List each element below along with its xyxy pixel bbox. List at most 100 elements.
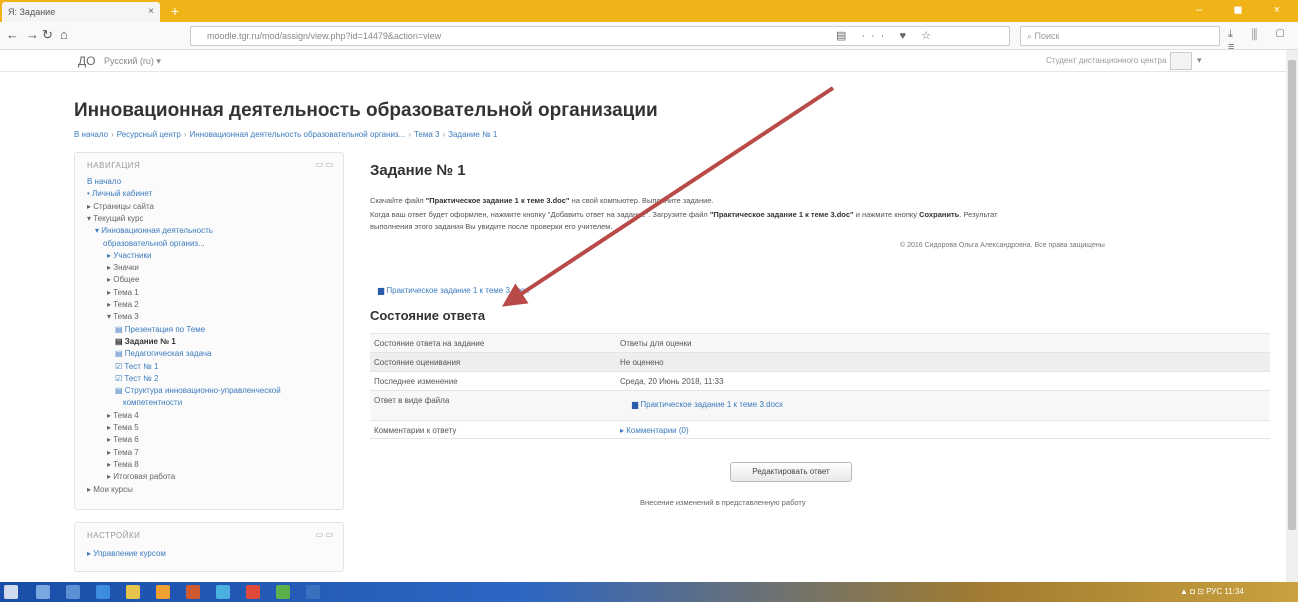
sidebar-item[interactable]: ▸ Мои курсы xyxy=(87,485,133,494)
navigation-block: НАВИГАЦИЯ ▭ ▭ В начало • Личный кабинет ▸ … xyxy=(74,152,344,510)
avatar[interactable] xyxy=(1170,52,1192,70)
app-icon[interactable] xyxy=(276,585,290,599)
row-label: Состояние ответа на задание xyxy=(374,339,485,348)
navigation-header: НАВИГАЦИЯ xyxy=(87,161,141,170)
app-icon[interactable] xyxy=(306,585,320,599)
row-value: Ответы для оценки xyxy=(620,339,692,348)
app-icon[interactable] xyxy=(216,585,230,599)
browser-window: Я: Задание × + – ◼ × ← → ↻ ⌂ moodle.tgr.… xyxy=(0,0,1298,602)
edge-icon[interactable] xyxy=(96,585,110,599)
sidebar-item[interactable]: ▤ Задание № 1 xyxy=(115,337,176,346)
sidebar-item[interactable]: образовательной организ... xyxy=(103,239,205,248)
breadcrumb-item[interactable]: Тема 3 xyxy=(414,130,440,139)
table-row: Состояние оценивания Не оценено xyxy=(370,352,1270,371)
user-menu-chevron-icon[interactable]: ▾ xyxy=(1197,55,1202,66)
breadcrumb-item[interactable]: Ресурсный центр xyxy=(117,130,181,139)
assignment-instruction-2: Когда ваш ответ будет оформлен, нажмите … xyxy=(370,210,998,219)
sidebar-item[interactable]: ▾ Тема 3 xyxy=(107,312,139,321)
taskbar: ▲ ◘ ⊡ РУС 11:34 xyxy=(0,582,1298,602)
settings-header: НАСТРОЙКИ xyxy=(87,531,141,540)
submitted-file-link[interactable]: ▆ Практическое задание 1 к теме 3.docx xyxy=(632,400,783,409)
sidebar-item[interactable]: ▸ Страницы сайта xyxy=(87,202,154,211)
language-menu[interactable]: Русский (ru) ▾ xyxy=(104,56,161,67)
sidebar-item[interactable]: ▸ Общее xyxy=(107,275,139,284)
sidebar-item[interactable]: ▤ Педагогическая задача xyxy=(115,349,211,358)
assignment-heading: Задание № 1 xyxy=(370,162,466,179)
sidebar-item[interactable]: ▸ Участники xyxy=(107,251,151,260)
breadcrumb-item[interactable]: Инновационная деятельность образовательн… xyxy=(190,130,406,139)
explorer-icon[interactable] xyxy=(126,585,140,599)
sidebar-item[interactable]: ▸ Тема 5 xyxy=(107,423,139,432)
address-bar[interactable]: moodle.tgr.ru/mod/assign/view.php?id=144… xyxy=(190,26,1010,46)
search-icon[interactable] xyxy=(36,585,50,599)
app-icon[interactable] xyxy=(246,585,260,599)
block-dock-icon[interactable]: ▭ ▭ xyxy=(316,530,333,539)
settings-block: НАСТРОЙКИ ▭ ▭ ▸ Управление курсом xyxy=(74,522,344,572)
sidebar-item[interactable]: ▸ Тема 6 xyxy=(107,435,139,444)
sidebar-item[interactable]: ▸ Тема 7 xyxy=(107,448,139,457)
site-header: ДО Русский (ru) ▾ Студент дистанционного… xyxy=(0,50,1286,72)
back-arrow-icon[interactable]: ← xyxy=(6,27,19,42)
copyright-text: © 2016 Сидорова Ольга Александровна. Все… xyxy=(900,242,1105,249)
sidebar-item[interactable]: ☑ Тест № 2 xyxy=(115,374,158,383)
forward-arrow-icon[interactable]: → xyxy=(26,27,39,42)
table-row: Состояние ответа на задание Ответы для оц… xyxy=(370,333,1270,352)
edit-note: Внесение изменений в представленную рабо… xyxy=(640,498,806,507)
sidebar-item[interactable]: компетентности xyxy=(123,398,182,407)
title-bar: Я: Задание × + – ◼ × xyxy=(0,0,1298,22)
edit-submission-button[interactable]: Редактировать ответ xyxy=(730,462,852,482)
search-icon: ⌕ xyxy=(1027,31,1035,41)
sidebar-item[interactable]: ☑ Тест № 1 xyxy=(115,362,158,371)
scrollbar-thumb[interactable] xyxy=(1288,60,1296,530)
site-brand[interactable]: ДО xyxy=(78,54,95,68)
sidebar-item[interactable]: ▸ Тема 8 xyxy=(107,460,139,469)
reload-icon[interactable]: ↻ xyxy=(42,27,53,43)
row-value: Среда, 20 Июнь 2018, 11:33 xyxy=(620,377,724,386)
app-icon[interactable] xyxy=(186,585,200,599)
comments-link[interactable]: ▸ Комментарии (0) xyxy=(620,426,689,435)
system-tray[interactable]: ▲ ◘ ⊡ РУС 11:34 xyxy=(1180,587,1244,596)
table-row: Ответ в виде файла ▆ Практическое задание… xyxy=(370,390,1270,420)
assignment-instruction-3: выполнения этого задания Вы увидите посл… xyxy=(370,222,613,231)
breadcrumb-separator: › xyxy=(183,130,187,139)
task-view-icon[interactable] xyxy=(66,585,80,599)
breadcrumb: В начало › Ресурсный центр › Инновационная д… xyxy=(74,130,654,144)
text: на свой компьютер. Выполните задание. xyxy=(569,196,714,205)
page-actions-icons[interactable]: ▤ ··· ♥ ☆ xyxy=(836,29,937,42)
text: Когда ваш ответ будет оформлен, нажмите … xyxy=(370,210,710,219)
row-label: Ответ в виде файла xyxy=(374,396,450,405)
new-tab-button[interactable]: + xyxy=(166,2,184,20)
row-label: Последнее изменение xyxy=(374,377,458,386)
search-input[interactable]: ⌕ Поиск xyxy=(1020,26,1220,46)
page-title: Инновационная деятельность образовательн… xyxy=(74,100,658,121)
assignment-file-link[interactable]: ▆ Практическое задание 1 к теме 3.docx xyxy=(378,286,529,295)
user-name[interactable]: Студент дистанционного центра xyxy=(1046,56,1166,65)
text: Сохранить xyxy=(919,210,960,219)
firefox-icon[interactable] xyxy=(156,585,170,599)
sidebar-item[interactable]: • Личный кабинет xyxy=(87,189,152,198)
tab-close-icon[interactable]: × xyxy=(148,6,154,17)
sidebar-item[interactable]: ▤ Структура инновационно-управленческой xyxy=(115,386,281,395)
sidebar-item[interactable]: ▤ Презентация по Теме xyxy=(115,325,205,334)
sidebar-item[interactable]: ▸ Тема 4 xyxy=(107,411,139,420)
browser-tab[interactable]: Я: Задание × xyxy=(2,2,160,22)
block-dock-icon[interactable]: ▭ ▭ xyxy=(316,160,333,169)
sidebar-item[interactable]: ▸ Тема 1 xyxy=(107,288,139,297)
breadcrumb-item[interactable]: В начало xyxy=(74,130,108,139)
file-name: Практическое задание 1 к теме 3.docx xyxy=(386,286,530,295)
search-placeholder: Поиск xyxy=(1034,31,1060,41)
sidebar-item[interactable]: В начало xyxy=(87,177,121,186)
sidebar-item[interactable]: ▾ Инновационная деятельность xyxy=(95,226,213,235)
sidebar-item[interactable]: ▸ Тема 2 xyxy=(107,300,139,309)
sidebar-item[interactable]: ▸ Итоговая работа xyxy=(107,472,175,481)
start-icon[interactable] xyxy=(4,585,18,599)
sidebar-item[interactable]: ▾ Текущий курс xyxy=(87,214,143,223)
vertical-scrollbar[interactable] xyxy=(1286,50,1298,582)
navigation-toolbar: ← → ↻ ⌂ moodle.tgr.ru/mod/assign/view.ph… xyxy=(0,22,1298,53)
breadcrumb-item[interactable]: Задание № 1 xyxy=(448,130,497,139)
home-icon[interactable]: ⌂ xyxy=(60,27,68,42)
window-controls[interactable]: – ◼ × xyxy=(1196,3,1294,16)
sidebar-item[interactable]: ▸ Значки xyxy=(107,263,139,272)
course-administration-link[interactable]: ▸ Управление курсом xyxy=(87,549,166,558)
assignment-instruction-1: Скачайте файл "Практическое задание 1 к … xyxy=(370,196,714,205)
